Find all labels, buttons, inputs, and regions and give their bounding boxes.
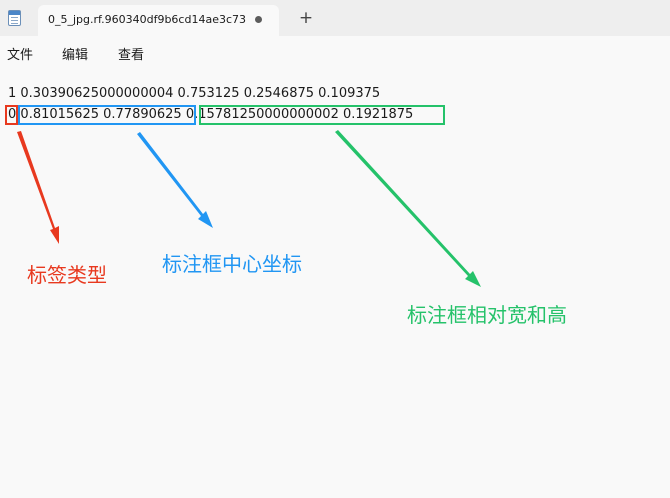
tab-title: 0_5_jpg.rf.960340df9b6cd14ae3c73 (48, 13, 247, 26)
blue-arrow (137, 132, 213, 228)
tab-bar: 0_5_jpg.rf.960340df9b6cd14ae3c73 + (0, 0, 670, 36)
green-arrow (335, 130, 481, 287)
class-type-label: 标签类型 (27, 263, 107, 287)
menu-file[interactable]: 文件 (7, 44, 33, 63)
center-coords-label: 标注框中心坐标 (162, 252, 302, 276)
menu-edit[interactable]: 编辑 (62, 44, 88, 63)
notepad-icon (8, 10, 21, 26)
tab-file[interactable]: 0_5_jpg.rf.960340df9b6cd14ae3c73 (38, 5, 279, 36)
menu-bar: 文件 编辑 查看 (0, 36, 670, 68)
text-editor[interactable]: 1 0.30390625000000004 0.753125 0.2546875… (0, 68, 670, 498)
red-arrow (17, 131, 59, 244)
menu-view[interactable]: 查看 (118, 44, 144, 63)
new-tab-button[interactable]: + (298, 9, 314, 27)
relative-size-label: 标注框相对宽和高 (407, 303, 567, 327)
unsaved-dot-icon[interactable] (255, 16, 262, 23)
